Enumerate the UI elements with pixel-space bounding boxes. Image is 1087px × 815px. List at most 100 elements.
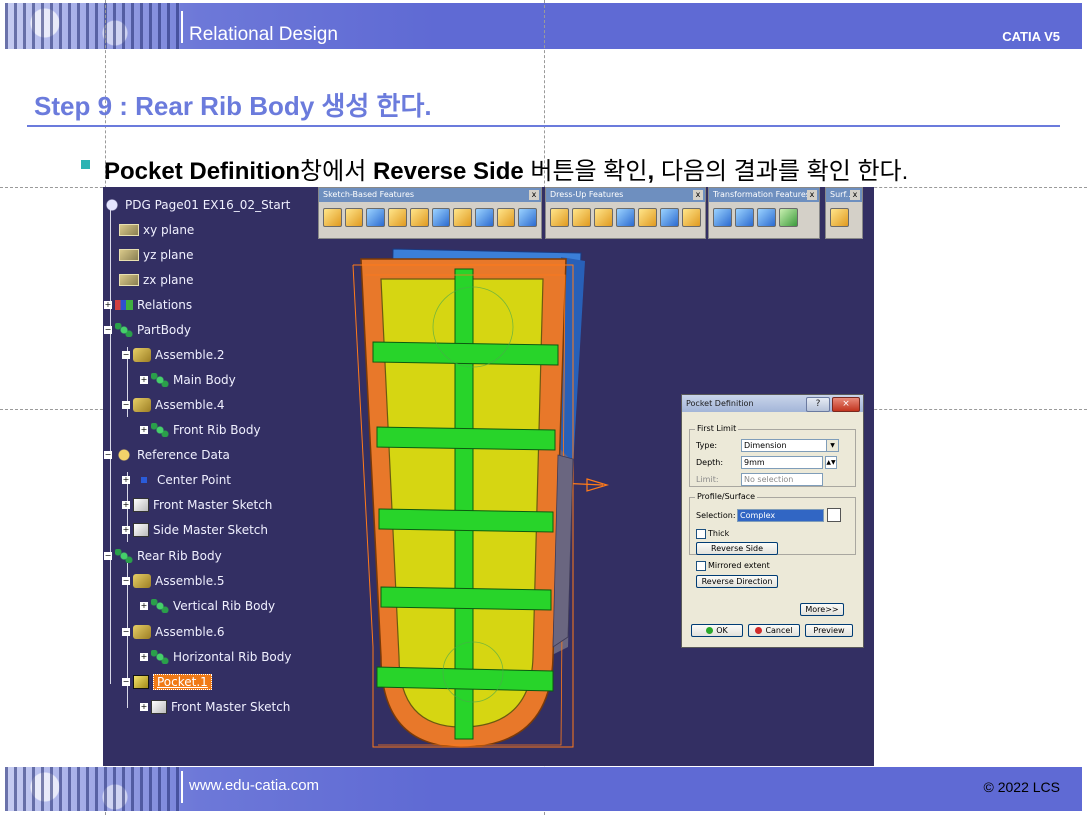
tree-item-root[interactable]: PDG Page01 EX16_02_Start: [103, 196, 290, 214]
tree-item-assemble-6[interactable]: − Assemble.6: [122, 623, 225, 641]
shell-icon[interactable]: [616, 208, 635, 227]
tree-item-label: Front Master Sketch: [153, 498, 273, 512]
horizontal-rib-2: [376, 426, 556, 451]
tree-item-side-master-sketch[interactable]: + Side Master Sketch: [122, 521, 268, 539]
loft-icon[interactable]: [474, 208, 494, 227]
draft-icon[interactable]: [594, 208, 613, 227]
body-icon: [151, 373, 169, 387]
depth-label: Depth:: [696, 458, 724, 467]
rib-icon[interactable]: [409, 208, 429, 227]
ok-button[interactable]: OK: [691, 624, 743, 637]
expand-icon[interactable]: +: [104, 301, 112, 309]
dialog-title-bar[interactable]: Pocket Definition ? ×: [682, 395, 863, 412]
chevron-down-icon[interactable]: ▼: [826, 440, 838, 451]
tree-item-front-rib-body[interactable]: + Front Rib Body: [140, 421, 261, 439]
selection-field[interactable]: Complex: [737, 509, 824, 522]
slot-icon[interactable]: [431, 208, 451, 227]
close-icon[interactable]: x: [693, 190, 703, 200]
stiffener-icon[interactable]: [453, 208, 472, 227]
tree-item-vertical-rib-body[interactable]: + Vertical Rib Body: [140, 597, 275, 615]
toolbar-title: Sketch-Based Features x: [319, 188, 541, 202]
collapse-icon[interactable]: −: [122, 351, 130, 359]
mirrored-extent-checkbox[interactable]: [696, 561, 706, 571]
shaft-icon[interactable]: [366, 208, 386, 227]
collapse-icon[interactable]: −: [122, 628, 130, 636]
sketch-edit-icon[interactable]: [827, 508, 841, 522]
tree-item-reference-data[interactable]: − Reference Data: [104, 446, 230, 464]
mirrored-extent-label: Mirrored extent: [708, 561, 770, 570]
scaling-icon[interactable]: [779, 208, 798, 227]
thickness-icon[interactable]: [638, 208, 657, 227]
reverse-side-button[interactable]: Reverse Side: [696, 542, 778, 555]
depth-input[interactable]: 9mm: [741, 456, 823, 469]
remove-face-icon[interactable]: [682, 208, 701, 227]
sketch-based-features-toolbar[interactable]: Sketch-Based Features x: [318, 187, 542, 239]
tree-item-rear-rib-body[interactable]: − Rear Rib Body: [104, 547, 222, 565]
tree-item-assemble-2[interactable]: − Assemble.2: [122, 346, 225, 364]
tree-item-zx-plane[interactable]: zx plane: [119, 271, 194, 289]
footer-website[interactable]: www.edu-catia.com: [189, 777, 319, 794]
translation-icon[interactable]: [713, 208, 732, 227]
preview-button[interactable]: Preview: [805, 624, 853, 637]
dress-up-features-toolbar[interactable]: Dress-Up Features x: [545, 187, 706, 239]
expand-icon[interactable]: +: [122, 476, 130, 484]
expand-icon[interactable]: +: [140, 426, 148, 434]
tree-item-assemble-4[interactable]: − Assemble.4: [122, 396, 225, 414]
expand-icon[interactable]: +: [122, 526, 130, 534]
cancel-label: Cancel: [765, 626, 793, 635]
collapse-icon[interactable]: −: [104, 552, 112, 560]
fillet-icon[interactable]: [550, 208, 569, 227]
more-button[interactable]: More>>: [800, 603, 844, 616]
close-icon[interactable]: x: [529, 190, 539, 200]
close-icon[interactable]: x: [807, 190, 817, 200]
specification-tree[interactable]: PDG Page01 EX16_02_Start xy plane yz pla…: [103, 187, 363, 766]
pad-icon[interactable]: [323, 208, 342, 227]
tree-item-label: Main Body: [173, 373, 236, 387]
limit-field[interactable]: No selection: [741, 473, 823, 486]
tree-item-partbody[interactable]: − PartBody: [104, 321, 191, 339]
tree-item-yz-plane[interactable]: yz plane: [119, 246, 194, 264]
multi-section-icon[interactable]: [518, 208, 538, 227]
tree-item-xy-plane[interactable]: xy plane: [119, 221, 194, 239]
collapse-icon[interactable]: −: [122, 577, 130, 585]
tree-item-relations[interactable]: + Relations: [104, 296, 192, 314]
mirror-icon[interactable]: [735, 208, 754, 227]
split-icon[interactable]: [830, 208, 849, 227]
reverse-direction-button[interactable]: Reverse Direction: [696, 575, 778, 588]
toolbar-title: Dress-Up Features x: [546, 188, 705, 202]
help-button[interactable]: ?: [806, 397, 830, 412]
close-icon[interactable]: x: [850, 190, 860, 200]
expand-icon[interactable]: +: [122, 501, 130, 509]
sketch-icon: [151, 700, 167, 714]
tree-item-center-point[interactable]: + Center Point: [122, 471, 231, 489]
tree-item-main-body[interactable]: + Main Body: [140, 371, 236, 389]
footer-separator: [181, 771, 183, 803]
type-select[interactable]: Dimension ▼: [741, 439, 839, 452]
transformation-features-toolbar[interactable]: Transformation Features x: [708, 187, 820, 239]
tree-item-front-master-sketch[interactable]: + Front Master Sketch: [122, 496, 272, 514]
expand-icon[interactable]: +: [140, 703, 148, 711]
surface-toolbar[interactable]: Surf... x: [825, 187, 863, 239]
expand-icon[interactable]: +: [140, 653, 148, 661]
tree-item-assemble-5[interactable]: − Assemble.5: [122, 572, 225, 590]
cancel-button[interactable]: Cancel: [748, 624, 800, 637]
pattern-icon[interactable]: [757, 208, 776, 227]
expand-icon[interactable]: +: [140, 602, 148, 610]
collapse-icon[interactable]: −: [104, 451, 112, 459]
pocket-definition-dialog[interactable]: Pocket Definition ? × First Limit Type: …: [681, 394, 864, 648]
tree-item-pocket-1[interactable]: − Pocket.1: [122, 673, 212, 691]
depth-spinner-icon[interactable]: ▲▼: [825, 456, 837, 469]
thread-icon[interactable]: [660, 208, 679, 227]
remove-loft-icon[interactable]: [496, 208, 516, 227]
pocket-icon[interactable]: [344, 208, 364, 227]
collapse-icon[interactable]: −: [122, 401, 130, 409]
collapse-icon[interactable]: −: [122, 678, 130, 686]
close-button[interactable]: ×: [832, 397, 860, 412]
expand-icon[interactable]: +: [140, 376, 148, 384]
collapse-icon[interactable]: −: [104, 326, 112, 334]
tree-item-pocket-sketch[interactable]: + Front Master Sketch: [140, 698, 290, 716]
tree-item-horizontal-rib-body[interactable]: + Horizontal Rib Body: [140, 648, 291, 666]
chamfer-icon[interactable]: [572, 208, 591, 227]
thick-checkbox[interactable]: [696, 529, 706, 539]
hole-icon[interactable]: [388, 208, 407, 227]
